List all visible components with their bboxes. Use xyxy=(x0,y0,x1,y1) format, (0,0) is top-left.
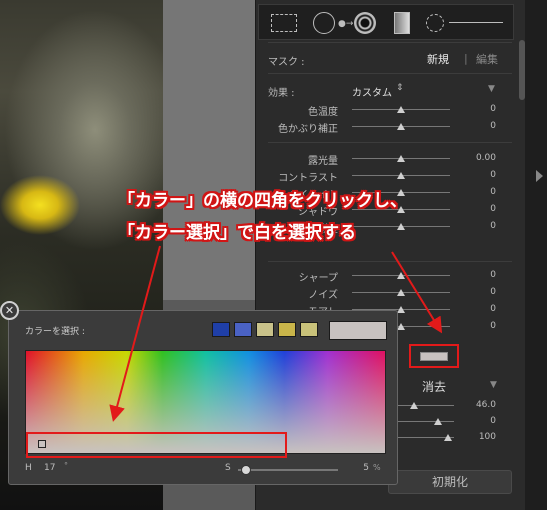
slider-value: 0 xyxy=(490,321,496,331)
slider-value: 0 xyxy=(490,304,496,314)
hue-unit: ° xyxy=(64,461,68,470)
red-eye-icon[interactable] xyxy=(354,12,376,34)
collapse-icon[interactable]: ▼ xyxy=(490,380,497,390)
color-preset-swatch[interactable] xyxy=(300,322,318,337)
slider-label: 露光量 xyxy=(308,156,338,167)
annotation-highlight-box xyxy=(26,432,287,458)
color-swatch-button[interactable] xyxy=(409,344,459,368)
hue-label: H xyxy=(25,463,32,473)
slider-value: 0 xyxy=(490,104,496,114)
mask-separator: | xyxy=(464,52,468,65)
mask-label: マスク : xyxy=(268,57,305,68)
effect-preset-select[interactable]: カスタム xyxy=(352,84,392,99)
divider xyxy=(268,73,512,74)
slider-knob[interactable] xyxy=(397,106,405,113)
spot-removal-icon[interactable] xyxy=(313,12,335,34)
saturation-value: 5 xyxy=(363,463,369,473)
slider-label: シャープ xyxy=(298,273,338,284)
slider-knob[interactable] xyxy=(397,155,405,162)
slider-value: 0 xyxy=(490,121,496,131)
slider-value: 0 xyxy=(490,270,496,280)
brush-slider-value: 0 xyxy=(490,416,496,426)
slider-value: 0 xyxy=(490,170,496,180)
color-preset-swatch[interactable] xyxy=(278,322,296,337)
slider-knob[interactable] xyxy=(397,223,405,230)
brush-clear-button[interactable]: 消去 xyxy=(422,378,446,395)
expand-right-icon[interactable] xyxy=(536,170,543,182)
panel-scrollbar[interactable] xyxy=(519,40,525,100)
spot-removal-arrow-icon: ●→ xyxy=(338,19,354,29)
crop-overlay-icon[interactable] xyxy=(271,14,297,32)
brush-slider-knob[interactable] xyxy=(410,402,418,409)
reset-button[interactable]: 初期化 xyxy=(388,470,512,494)
slider-value: 0.00 xyxy=(475,153,496,163)
divider xyxy=(268,261,512,262)
slider-knob[interactable] xyxy=(397,306,405,313)
slider-label: コントラスト xyxy=(278,173,338,184)
brush-slider-value: 46.0 xyxy=(475,400,496,410)
color-preset-swatch[interactable] xyxy=(212,322,230,337)
slider-label: 色かぶり補正 xyxy=(278,124,338,135)
divider xyxy=(268,42,512,43)
hue-value: 17 xyxy=(44,463,56,473)
brush-slider-line xyxy=(449,22,503,23)
mask-edit-button[interactable]: 編集 xyxy=(476,51,498,67)
saturation-unit: % xyxy=(373,463,381,472)
saturation-slider[interactable] xyxy=(238,469,338,471)
effect-label: 効果 : xyxy=(268,88,295,99)
slider-label: 色温度 xyxy=(308,107,338,118)
slider-value: 0 xyxy=(490,204,496,214)
collapse-icon[interactable]: ▼ xyxy=(488,84,495,94)
saturation-slider-knob[interactable] xyxy=(241,465,251,475)
preset-updown-icon[interactable]: ⇕ xyxy=(396,83,404,93)
graduated-filter-icon[interactable] xyxy=(394,12,410,34)
picker-title: カラーを選択 : xyxy=(25,327,85,337)
adjustment-brush-icon[interactable] xyxy=(426,14,444,32)
divider xyxy=(268,142,512,143)
brush-slider-value: 100 xyxy=(478,432,496,442)
panel-edge xyxy=(525,0,547,510)
close-icon[interactable]: ✕ xyxy=(0,301,19,320)
color-swatch-preview xyxy=(420,352,448,361)
tool-strip: ●→ xyxy=(258,4,514,40)
slider-label: ノイズ xyxy=(308,290,338,301)
slider-value: 0 xyxy=(490,221,496,231)
color-preset-swatch[interactable] xyxy=(234,322,252,337)
slider-knob[interactable] xyxy=(397,272,405,279)
annotation-text-2: 「カラー選択」で白を選択する xyxy=(118,223,356,243)
brush-slider[interactable] xyxy=(398,405,454,406)
annotation-text-1: 「カラー」の横の四角をクリックし、 xyxy=(118,191,407,211)
slider-value: 0 xyxy=(490,187,496,197)
slider-knob[interactable] xyxy=(397,289,405,296)
photo-border xyxy=(163,0,255,300)
current-color-swatch xyxy=(329,321,387,340)
brush-slider[interactable] xyxy=(398,421,454,422)
slider-knob[interactable] xyxy=(397,172,405,179)
saturation-label: S xyxy=(225,463,231,473)
color-preset-swatch[interactable] xyxy=(256,322,274,337)
brush-slider-knob[interactable] xyxy=(434,418,442,425)
slider-value: 0 xyxy=(490,287,496,297)
brush-slider-knob[interactable] xyxy=(444,434,452,441)
slider-knob[interactable] xyxy=(397,123,405,130)
mask-new-button[interactable]: 新規 xyxy=(427,51,449,67)
slider-knob[interactable] xyxy=(397,323,405,330)
